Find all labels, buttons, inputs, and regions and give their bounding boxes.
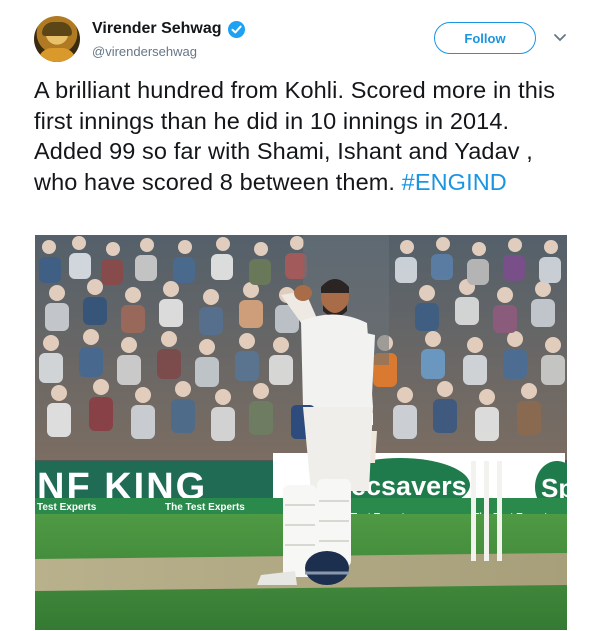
author-name-row[interactable]: Virender Sehwag bbox=[92, 20, 245, 38]
ribbon-text-1: Test Experts bbox=[37, 502, 97, 513]
hashtag-link[interactable]: #ENGIND bbox=[402, 169, 507, 195]
avatar-shirt bbox=[38, 48, 76, 62]
stumps bbox=[471, 461, 502, 561]
photo-scene: NF KING ecsavers Sp Test Experts The Tes… bbox=[35, 235, 567, 630]
follow-button[interactable]: Follow bbox=[434, 22, 536, 54]
chevron-down-icon[interactable] bbox=[553, 30, 567, 44]
tweet-card: Virender Sehwag @virendersehwag Follow A… bbox=[0, 0, 600, 631]
author-display-name[interactable]: Virender Sehwag bbox=[92, 20, 222, 38]
author-handle[interactable]: @virendersehwag bbox=[92, 44, 197, 59]
verified-badge-icon bbox=[227, 20, 245, 38]
ribbon-text-2: The Test Experts bbox=[165, 502, 245, 513]
tweet-text: A brilliant hundred from Kohli. Scored m… bbox=[34, 75, 564, 197]
avatar[interactable] bbox=[34, 16, 80, 62]
avatar-cap bbox=[42, 22, 72, 36]
tweet-photo[interactable]: NF KING ecsavers Sp Test Experts The Tes… bbox=[35, 235, 567, 630]
